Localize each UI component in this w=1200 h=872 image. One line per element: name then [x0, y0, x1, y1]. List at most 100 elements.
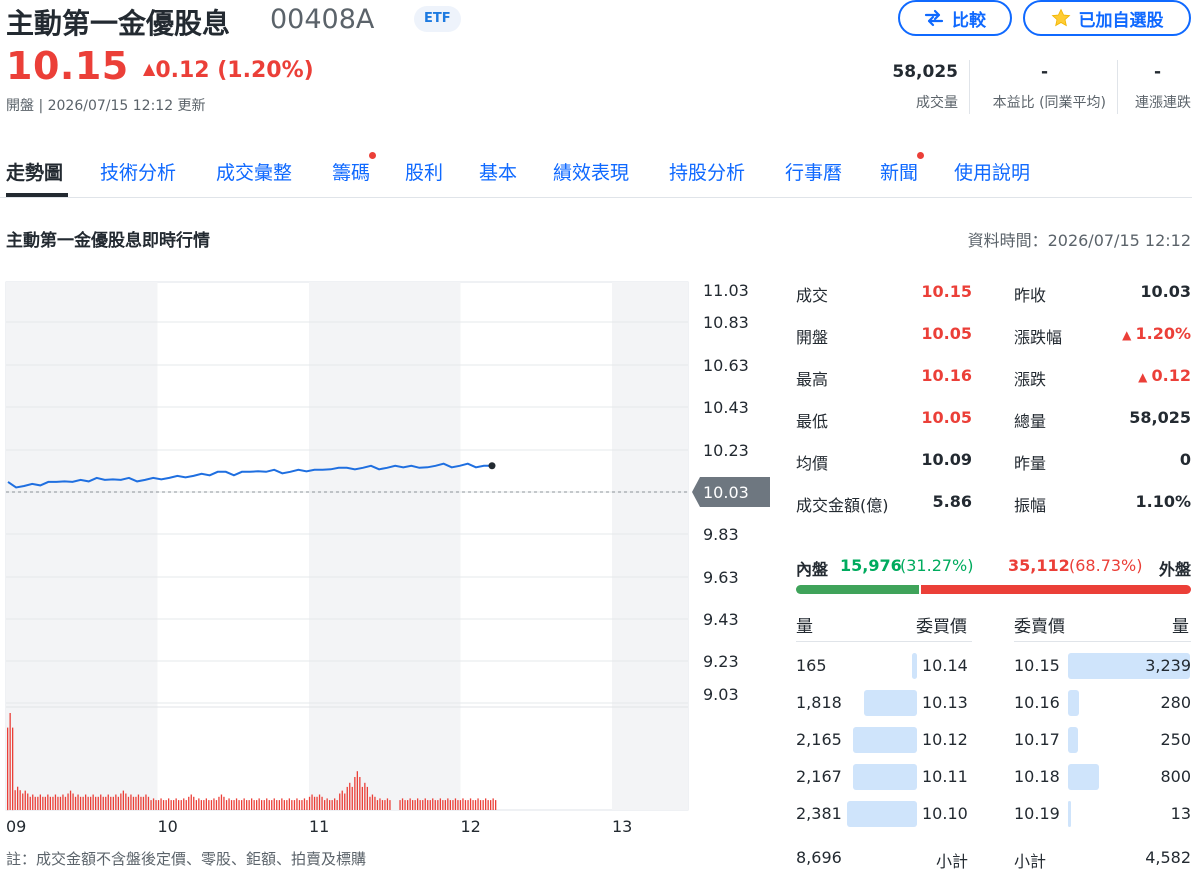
hour-band	[309, 282, 461, 810]
y-tick-label: 10.43	[703, 398, 749, 417]
volume-bar	[482, 800, 484, 810]
volume-bar	[462, 798, 464, 810]
volume-bar	[401, 798, 404, 810]
volume-bar	[487, 800, 489, 810]
volume-bar	[59, 796, 62, 810]
stat-value: 58,025	[892, 62, 958, 82]
volume-bar	[318, 794, 321, 810]
inner-pct: (31.27%)	[900, 556, 974, 575]
tab-help[interactable]: 使用說明	[954, 158, 1030, 185]
volume-bar	[34, 796, 36, 810]
volume-bar	[283, 800, 285, 810]
quote-label: 最高	[796, 370, 829, 389]
tab-calendar[interactable]: 行事曆	[785, 158, 842, 185]
quote-label: 成交	[796, 286, 829, 305]
volume-bar	[115, 794, 117, 810]
volume-bar	[90, 796, 92, 810]
up-arrow-icon: ▲	[1122, 328, 1136, 342]
volume-bar	[452, 800, 454, 810]
volume-bar	[130, 794, 132, 810]
inner-label: 內盤	[796, 560, 829, 579]
volume-bar	[120, 793, 122, 810]
ask-depth-bar	[1068, 690, 1079, 716]
volume-bar	[193, 796, 195, 810]
volume-bar	[44, 796, 46, 810]
y-tick-label: 11.03	[703, 281, 749, 300]
bid-price[interactable]: 10.13	[922, 693, 968, 712]
intraday-chart[interactable]: 11.03 10.83 10.63 10.43 10.23 9.83 9.63 9.43 9.2…	[0, 270, 790, 840]
volume-bar	[286, 800, 288, 810]
watchlist-button[interactable]: 已加自選股	[1023, 0, 1191, 36]
tab-trend[interactable]: 走勢圖	[6, 158, 63, 185]
quote-label: 昨量	[1014, 454, 1047, 473]
volume-bar	[37, 796, 39, 810]
volume-bar	[449, 800, 451, 810]
bid-price[interactable]: 10.11	[922, 767, 968, 786]
volume-bar	[469, 798, 472, 810]
tab-chips[interactable]: 籌碼	[332, 158, 370, 185]
volume-bar	[100, 794, 102, 810]
volume-bar	[52, 796, 54, 810]
volume-bar	[105, 796, 107, 810]
y-tick-label: 9.63	[703, 568, 739, 587]
previous-close-label: 10.03	[703, 483, 749, 502]
bid-price[interactable]: 10.12	[922, 730, 968, 749]
ask-price[interactable]: 10.16	[1014, 693, 1060, 712]
volume-bar	[178, 800, 180, 810]
stat-value: -	[1040, 62, 1048, 82]
ask-price[interactable]: 10.18	[1014, 767, 1060, 786]
ask-price[interactable]: 10.19	[1014, 804, 1060, 823]
ask-depth-bar	[1068, 727, 1078, 753]
last-price-dot	[488, 462, 496, 470]
volume-bar	[492, 798, 494, 810]
bid-price[interactable]: 10.10	[922, 804, 968, 823]
tab-basic[interactable]: 基本	[479, 158, 517, 185]
volume-bar	[170, 800, 172, 810]
ask-price[interactable]: 10.15	[1014, 656, 1060, 675]
volume-bar	[185, 800, 187, 810]
volume-bar	[235, 798, 238, 810]
tab-dividend[interactable]: 股利	[405, 158, 443, 185]
ask-qty: 250	[1160, 730, 1191, 749]
compare-button[interactable]: 比較	[898, 0, 1012, 36]
volume-bar	[9, 713, 11, 810]
divider	[969, 60, 970, 114]
bid-qty-header: 量	[796, 617, 813, 637]
chart-svg: 11.03 10.83 10.63 10.43 10.23 9.83 9.63 9.43 9.2…	[5, 281, 770, 836]
tab-technical[interactable]: 技術分析	[100, 158, 176, 185]
ask-depth-bar	[1068, 764, 1099, 790]
bid-qty: 1,818	[796, 693, 842, 712]
volume-bar	[122, 790, 124, 810]
ask-price[interactable]: 10.17	[1014, 730, 1060, 749]
volume-bar	[306, 800, 308, 810]
volume-bar	[316, 796, 318, 810]
volume-bar	[85, 794, 87, 810]
quote-label: 開盤	[796, 328, 829, 347]
volume-bar	[349, 782, 351, 810]
volume-bar	[447, 798, 449, 810]
volume-bar	[296, 798, 298, 810]
up-arrow-icon: ▲	[143, 59, 156, 78]
quote-value: 10.05	[880, 324, 972, 343]
quote-value: 0	[1090, 450, 1191, 469]
tab-trades[interactable]: 成交彙整	[216, 158, 292, 185]
tab-performance[interactable]: 績效表現	[553, 158, 629, 185]
tab-holdings[interactable]: 持股分析	[669, 158, 745, 185]
stat-pe: - 本益比 (同業平均)	[972, 62, 1106, 114]
data-time: 資料時間：2026/07/15 12:12	[967, 231, 1191, 250]
quote-label: 均價	[796, 454, 829, 473]
volume-bar	[467, 800, 469, 810]
volume-bar	[7, 727, 9, 811]
bid-price[interactable]: 10.14	[922, 656, 968, 675]
volume-bar	[258, 798, 260, 810]
volume-bar	[329, 800, 331, 810]
volume-bar	[276, 800, 278, 810]
volume-bar	[386, 798, 389, 810]
volume-bar	[137, 794, 140, 810]
ask-total: 4,582	[1145, 848, 1191, 867]
volume-bar	[427, 800, 429, 810]
volume-bar	[356, 771, 358, 810]
tab-news[interactable]: 新聞	[880, 158, 918, 185]
bid-price-header: 委買價	[916, 617, 967, 637]
inout-bar	[796, 585, 1191, 594]
